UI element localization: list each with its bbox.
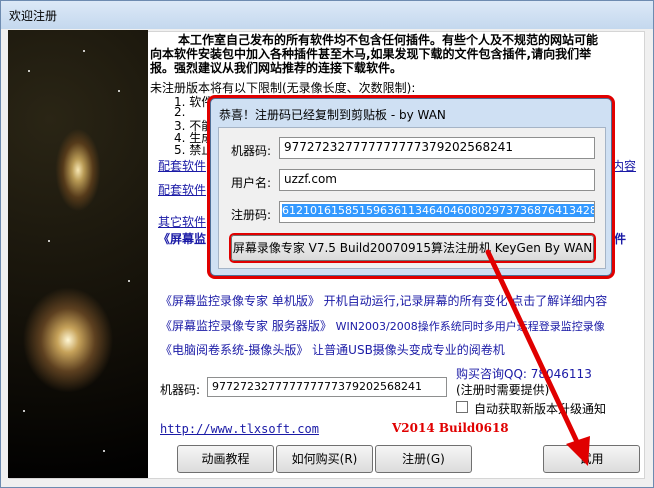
red-arrow-annotation bbox=[485, 249, 590, 466]
